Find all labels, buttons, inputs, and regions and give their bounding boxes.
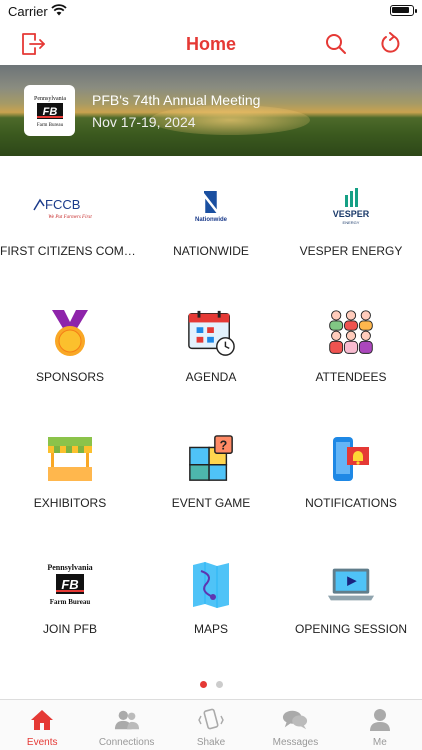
home-icon	[29, 707, 55, 733]
shake-icon	[198, 707, 224, 733]
tile-label: NATIONWIDE	[173, 244, 249, 258]
tile-label: AGENDA	[185, 370, 237, 384]
tab-label: Events	[26, 737, 58, 748]
tile-exhibitors[interactable]: EXHIBITORS	[0, 420, 140, 530]
tile-label: MAPS	[193, 622, 228, 636]
svg-text:ENERGY: ENERGY	[343, 220, 360, 225]
tab-connections[interactable]: Connections	[84, 700, 168, 750]
map-icon	[186, 560, 236, 610]
tab-label: Me	[372, 737, 387, 748]
tab-events[interactable]: Events	[0, 700, 84, 750]
refresh-icon	[381, 32, 400, 53]
search-button[interactable]	[320, 28, 352, 60]
svg-text:Nationwide: Nationwide	[195, 217, 228, 223]
banner-title: PFB's 74th Annual Meeting	[92, 92, 261, 108]
booth-icon	[45, 434, 95, 484]
svg-text:FB: FB	[61, 577, 78, 592]
page-dot-active[interactable]	[199, 681, 207, 688]
carrier-label: Carrier	[8, 4, 48, 19]
tile-label: EXHIBITORS	[33, 496, 107, 510]
medal-icon	[45, 308, 95, 358]
tile-label: OPENING SESSION	[294, 622, 408, 636]
refresh-button[interactable]	[374, 28, 406, 60]
messages-icon	[282, 707, 308, 733]
people-icon	[326, 308, 376, 358]
event-banner[interactable]: Pennsylvania FB Farm Bureau PFB's 74th A…	[0, 65, 422, 156]
tile-sponsors[interactable]: SPONSORS	[0, 294, 140, 404]
battery-icon	[390, 5, 417, 16]
video-laptop-icon	[326, 560, 376, 610]
wifi-icon	[51, 3, 67, 21]
pfb-logo-icon: Pennsylvania FB Farm Bureau	[40, 560, 100, 610]
tab-label: Shake	[196, 737, 226, 748]
svg-text:Pennsylvania: Pennsylvania	[34, 96, 66, 102]
tile-vesper-energy[interactable]: VESPER ENERGY VESPER ENERGY	[281, 168, 421, 278]
tile-label: JOIN PFB	[42, 622, 97, 636]
svg-text:Farm Bureau: Farm Bureau	[50, 598, 91, 606]
tile-maps[interactable]: MAPS	[141, 546, 281, 656]
svg-text:Pennsylvania: Pennsylvania	[47, 563, 92, 572]
svg-text:VESPER: VESPER	[333, 209, 370, 219]
tile-nationwide[interactable]: Nationwide NATIONWIDE	[141, 168, 281, 278]
tile-notifications[interactable]: NOTIFICATIONS	[281, 420, 421, 530]
tile-label: NOTIFICATIONS	[305, 496, 397, 510]
tile-label: EVENT GAME	[171, 496, 251, 510]
tile-label: SPONSORS	[35, 370, 104, 384]
svg-text:We Put Farmers First: We Put Farmers First	[48, 215, 92, 220]
tab-bar: Events Connections Shake Messages Me	[0, 699, 422, 750]
pfb-banner-logo: Pennsylvania FB Farm Bureau	[24, 85, 75, 136]
tab-messages[interactable]: Messages	[253, 700, 337, 750]
tile-event-game[interactable]: ? EVENT GAME	[141, 420, 281, 530]
tile-label: ATTENDEES	[315, 370, 387, 384]
tab-shake[interactable]: Shake	[169, 700, 253, 750]
search-icon	[326, 34, 346, 54]
vesper-logo-icon: VESPER ENERGY	[326, 182, 376, 232]
status-bar: Carrier	[0, 0, 422, 24]
page-dot[interactable]	[215, 681, 223, 688]
svg-text:FCCB: FCCB	[45, 197, 80, 212]
person-icon	[367, 707, 393, 733]
bell-phone-icon	[326, 434, 376, 484]
calendar-icon	[186, 308, 236, 358]
navigation-bar: Home	[0, 24, 422, 64]
page-indicator[interactable]	[0, 681, 422, 688]
puzzle-icon: ?	[186, 434, 236, 484]
tile-label: FIRST CITIZENS COMM...	[0, 244, 140, 258]
svg-text:Farm Bureau: Farm Bureau	[36, 123, 63, 128]
svg-text:?: ?	[220, 438, 228, 452]
fccb-logo-icon: FCCB We Put Farmers First	[30, 182, 110, 232]
tile-attendees[interactable]: ATTENDEES	[281, 294, 421, 404]
banner-dates: Nov 17-19, 2024	[92, 114, 196, 130]
tile-first-citizens[interactable]: FCCB We Put Farmers First FIRST CITIZENS…	[0, 168, 140, 278]
tile-agenda[interactable]: AGENDA	[141, 294, 281, 404]
nationwide-logo-icon: Nationwide	[186, 182, 236, 232]
page-title: Home	[185, 34, 236, 54]
tile-label: VESPER ENERGY	[299, 244, 403, 258]
connections-icon	[114, 707, 140, 733]
tile-join-pfb[interactable]: Pennsylvania FB Farm Bureau JOIN PFB	[0, 546, 140, 656]
tab-label: Connections	[98, 737, 155, 748]
tab-me[interactable]: Me	[338, 700, 422, 750]
tile-opening-session[interactable]: OPENING SESSION	[281, 546, 421, 656]
tab-label: Messages	[272, 737, 319, 748]
